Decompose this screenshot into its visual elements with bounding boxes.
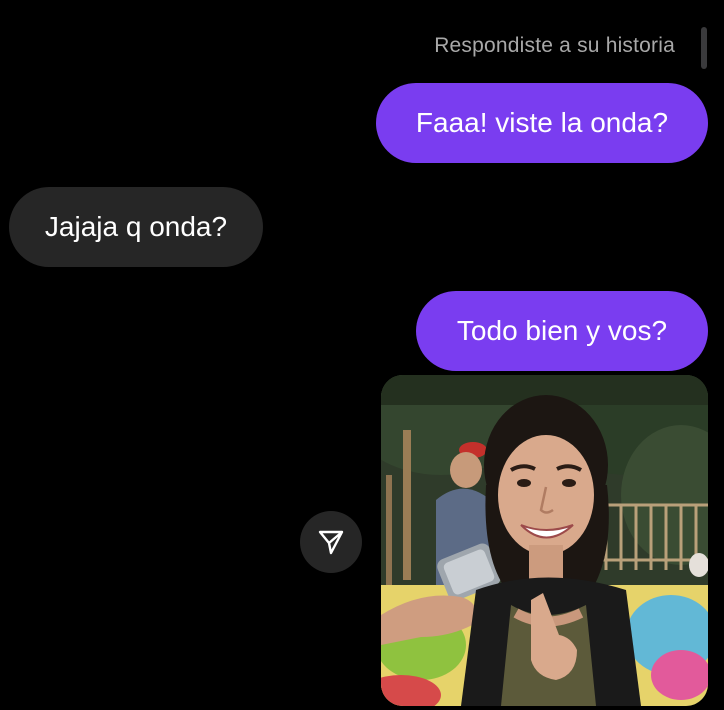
message-text: Faaa! viste la onda? xyxy=(415,107,669,138)
received-message-bubble[interactable]: Jajaja q onda? xyxy=(9,187,263,267)
sent-message-bubble[interactable]: Todo bien y vos? xyxy=(416,291,708,371)
paper-plane-icon xyxy=(318,530,344,555)
sent-message-bubble[interactable]: Faaa! viste la onda? xyxy=(376,83,708,163)
story-reply-indicator xyxy=(701,27,707,69)
share-button[interactable] xyxy=(300,511,362,573)
photo-image xyxy=(381,375,708,706)
message-text: Jajaja q onda? xyxy=(44,211,228,242)
story-reply-note: Respondiste a su historia xyxy=(434,34,675,57)
photo-message[interactable] xyxy=(381,375,708,706)
message-text: Todo bien y vos? xyxy=(456,315,668,346)
